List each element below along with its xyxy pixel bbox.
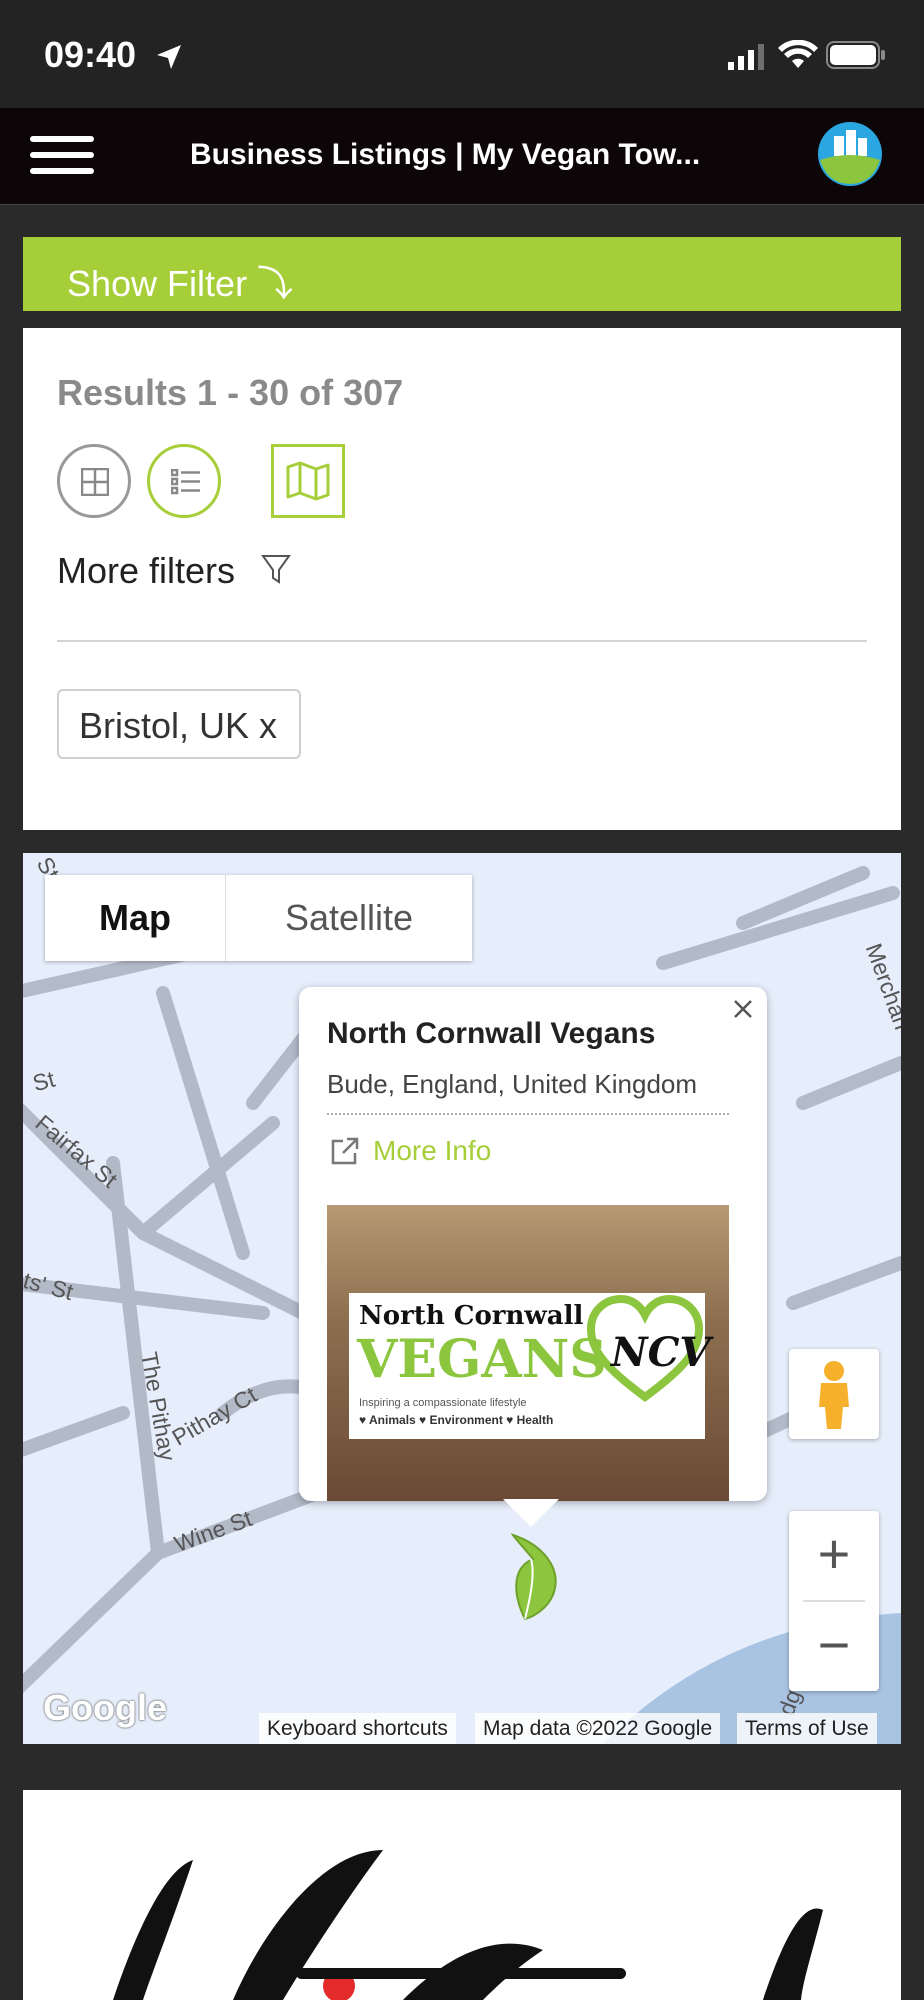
more-info-link[interactable]: More Info bbox=[373, 1135, 491, 1167]
status-time: 09:40 bbox=[44, 34, 137, 75]
pegman-icon bbox=[819, 1361, 849, 1429]
grid-icon bbox=[81, 468, 109, 496]
results-card: Results 1 - 30 of 307 More filters Brist… bbox=[23, 328, 901, 830]
image-line2: VEGANS bbox=[357, 1329, 607, 1390]
popup-divider bbox=[327, 1113, 729, 1115]
external-link-icon bbox=[331, 1137, 359, 1165]
map-view-button[interactable] bbox=[271, 444, 345, 518]
app-header: Business Listings | My Vegan Tow... bbox=[0, 108, 924, 205]
map-type-control: Map Satellite bbox=[45, 875, 472, 961]
map-view[interactable]: St Fairfax St ts' St The Pithay Pithay C… bbox=[23, 853, 901, 1744]
map-icon bbox=[286, 461, 330, 501]
keyboard-shortcuts-link[interactable]: Keyboard shortcuts bbox=[259, 1713, 456, 1744]
listing-title: North Cornwall Vegans bbox=[327, 1017, 656, 1050]
signal-icon bbox=[728, 44, 764, 70]
show-filter-label: Show Filter ⤵ bbox=[67, 263, 294, 304]
home-indicator[interactable] bbox=[296, 1968, 626, 1979]
status-bar: 09:40 bbox=[0, 0, 924, 108]
location-arrow-icon bbox=[157, 45, 181, 69]
info-window: North Cornwall Vegans Bude, England, Uni… bbox=[299, 987, 767, 1501]
zoom-in-button[interactable]: + bbox=[789, 1511, 879, 1599]
show-filter-button[interactable]: Show Filter ⤵ bbox=[23, 237, 901, 311]
listing-address: Bude, England, United Kingdom bbox=[327, 1069, 698, 1099]
grid-view-button[interactable] bbox=[57, 444, 131, 518]
pegman-button[interactable] bbox=[789, 1349, 879, 1439]
image-badge: NCV bbox=[611, 1329, 711, 1376]
location-filter-chip[interactable]: Bristol, UK x bbox=[57, 689, 301, 759]
leaf-marker-icon[interactable] bbox=[503, 1529, 563, 1621]
zoom-out-button[interactable]: − bbox=[789, 1602, 879, 1690]
map-type-satellite-button[interactable]: Satellite bbox=[226, 875, 472, 961]
funnel-icon bbox=[261, 555, 291, 584]
image-banner: North Cornwall VEGANS Inspiring a compas… bbox=[349, 1293, 710, 1439]
map-type-map-button[interactable]: Map bbox=[45, 875, 226, 961]
page-title: Business Listings | My Vegan Tow... bbox=[190, 138, 701, 171]
wifi-icon bbox=[778, 40, 818, 68]
list-icon bbox=[171, 469, 200, 495]
close-icon[interactable] bbox=[731, 997, 755, 1021]
image-line1: North Cornwall bbox=[359, 1301, 584, 1331]
zoom-control: + − bbox=[789, 1511, 879, 1691]
results-divider bbox=[57, 640, 867, 642]
results-summary: Results 1 - 30 of 307 bbox=[57, 372, 404, 413]
more-filters-button[interactable]: More filters bbox=[57, 550, 291, 594]
menu-icon[interactable] bbox=[0, 108, 110, 204]
image-pillars: ♥ Animals ♥ Environment ♥ Health bbox=[359, 1413, 554, 1427]
more-filters-label: More filters bbox=[57, 550, 236, 591]
list-view-button[interactable] bbox=[147, 444, 221, 518]
listing-image[interactable]: North Cornwall VEGANS Inspiring a compas… bbox=[327, 1205, 729, 1501]
popup-tail bbox=[503, 1499, 559, 1527]
terms-of-use-link[interactable]: Terms of Use bbox=[737, 1713, 877, 1744]
battery-icon bbox=[826, 41, 885, 69]
image-tagline: Inspiring a compassionate lifestyle bbox=[359, 1397, 527, 1409]
map-data-attribution: Map data ©2022 Google bbox=[475, 1713, 721, 1744]
site-logo-icon[interactable] bbox=[816, 120, 884, 188]
google-logo: Google bbox=[43, 1687, 167, 1728]
